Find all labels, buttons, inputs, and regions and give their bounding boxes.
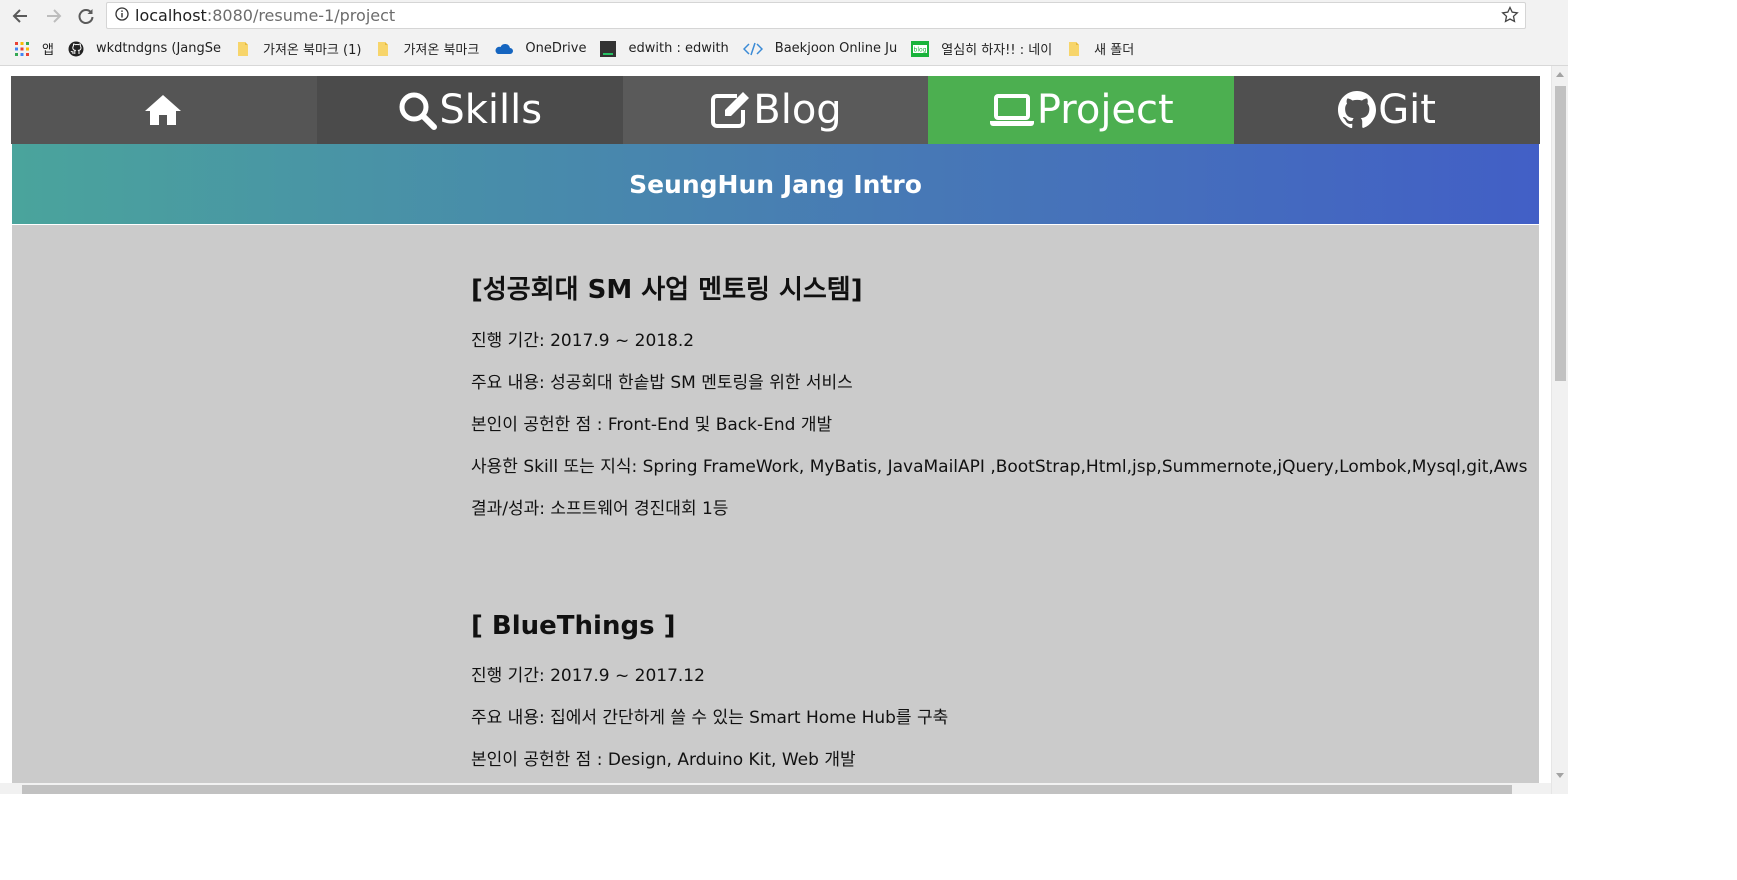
bookmark-label: 열심히 하자!! : 네이 [941, 43, 1053, 58]
apps-grid-icon [14, 41, 30, 57]
url-host: localhost [135, 6, 207, 25]
project-skills: 사용한 Skill 또는 지식: Spring FrameWork, MyBat… [471, 457, 1528, 477]
bookmark-baekjoon[interactable]: Baekjoon Online Ju [742, 41, 898, 57]
blog-icon: blog [911, 40, 930, 57]
svg-text:blog: blog [914, 46, 927, 53]
project-period: 진행 기간: 2017.9 ~ 2018.2 [471, 331, 695, 351]
bookmark-label: 가져온 북마크 (1) [262, 43, 362, 58]
horizontal-scroll-thumb[interactable] [22, 785, 1512, 794]
folder-icon [1066, 41, 1082, 57]
scroll-down-arrow-icon[interactable] [1556, 773, 1564, 778]
tab-label: Blog [753, 87, 842, 133]
bookmarks-bar: 앱 wkdtndgns (JangSe 가져온 북마크 (1) 가져온 북마크 … [0, 32, 1568, 66]
tab-home[interactable] [11, 76, 317, 144]
project-content: [성공회대 SM 사업 멘토링 시스템] 진행 기간: 2017.9 ~ 201… [12, 225, 1539, 794]
tab-skills[interactable]: Skills [316, 76, 623, 144]
project-section: [성공회대 SM 사업 멘토링 시스템] 진행 기간: 2017.9 ~ 201… [471, 269, 1531, 530]
project-section: [ BlueThings ] 진행 기간: 2017.9 ~ 2017.12 주… [471, 611, 1531, 781]
github-icon [1338, 91, 1377, 129]
project-period: 진행 기간: 2017.9 ~ 2017.12 [471, 666, 705, 686]
hero-banner: SeungHun Jang Intro [12, 144, 1539, 224]
project-contribution: 본인이 공헌한 점 : Design, Arduino Kit, Web 개발 [471, 750, 856, 770]
address-bar[interactable]: localhost:8080/resume-1/project [106, 2, 1526, 29]
back-button[interactable] [8, 4, 32, 28]
tab-project[interactable]: Project [928, 76, 1235, 144]
url-path: :8080/resume-1/project [206, 6, 396, 25]
forward-button[interactable] [42, 4, 66, 28]
laptop-icon [989, 93, 1035, 127]
horizontal-scrollbar[interactable] [0, 783, 1551, 794]
bookmark-label: 새 폴더 [1094, 43, 1135, 58]
vertical-scrollbar[interactable] [1551, 66, 1568, 794]
bookmark-star-icon[interactable] [1501, 5, 1519, 28]
bookmark-label: 앱 [42, 43, 54, 58]
page-viewport: Skills Blog Project Git SeungHun Jang In… [0, 66, 1568, 794]
project-contribution: 본인이 공헌한 점 : Front-End 및 Back-End 개발 [471, 415, 833, 435]
back-arrow-icon [12, 9, 27, 23]
main-nav: Skills Blog Project Git [11, 76, 1540, 144]
scroll-up-arrow-icon[interactable] [1556, 72, 1564, 77]
bookmark-edwith[interactable]: edwith : edwith [600, 40, 729, 57]
tab-label: Skills [439, 87, 543, 133]
url-text: localhost:8080/resume-1/project [135, 6, 395, 25]
bookmark-folder-imported[interactable]: 가져온 북마크 [375, 39, 479, 58]
page-title: SeungHun Jang Intro [629, 169, 922, 199]
bookmark-folder-imported-1[interactable]: 가져온 북마크 (1) [235, 39, 361, 58]
bookmark-naver-blog[interactable]: blog 열심히 하자!! : 네이 [911, 39, 1052, 58]
reload-icon [78, 9, 94, 24]
bookmark-onedrive[interactable]: OneDrive [493, 41, 586, 57]
folder-icon [375, 41, 391, 57]
bookmark-label: wkdtndgns (JangSe [95, 41, 221, 56]
code-brackets-icon [742, 41, 763, 57]
project-result: 결과/성과: 소프트웨어 경진대회 1등 [471, 499, 729, 519]
browser-toolbar: localhost:8080/resume-1/project [0, 0, 1568, 32]
edwith-icon [600, 40, 617, 57]
onedrive-cloud-icon [493, 41, 514, 57]
tab-blog[interactable]: Blog [622, 76, 929, 144]
search-icon [397, 90, 438, 130]
vertical-scroll-thumb[interactable] [1555, 86, 1566, 381]
github-icon [68, 41, 84, 57]
home-icon [143, 93, 183, 127]
tab-git[interactable]: Git [1234, 76, 1540, 144]
bookmark-label: 가져온 북마크 [403, 43, 480, 58]
project-title: [ BlueThings ] [471, 611, 676, 641]
project-details: 진행 기간: 2017.9 ~ 2017.12 주요 내용: 집에서 간단하게 … [471, 655, 1531, 781]
folder-icon [235, 41, 251, 57]
bookmark-github[interactable]: wkdtndgns (JangSe [68, 41, 221, 57]
info-icon [115, 6, 129, 25]
tab-label: Git [1378, 87, 1436, 133]
tab-label: Project [1036, 87, 1174, 133]
edit-icon [709, 90, 751, 130]
forward-arrow-icon [47, 9, 62, 23]
project-summary: 주요 내용: 성공회대 한솥밥 SM 멘토링을 위한 서비스 [471, 373, 853, 393]
bookmark-label: Baekjoon Online Ju [774, 41, 898, 56]
bookmark-label: edwith : edwith [628, 41, 729, 56]
project-summary: 주요 내용: 집에서 간단하게 쓸 수 있는 Smart Home Hub를 구… [471, 708, 949, 728]
project-title: [성공회대 SM 사업 멘토링 시스템] [471, 275, 863, 305]
bookmark-folder-new[interactable]: 새 폴더 [1066, 39, 1134, 58]
reload-button[interactable] [74, 4, 98, 28]
bookmark-apps[interactable]: 앱 [14, 39, 54, 58]
bookmark-label: OneDrive [525, 41, 587, 56]
project-details: 진행 기간: 2017.9 ~ 2018.2 주요 내용: 성공회대 한솥밥 S… [471, 320, 1531, 530]
